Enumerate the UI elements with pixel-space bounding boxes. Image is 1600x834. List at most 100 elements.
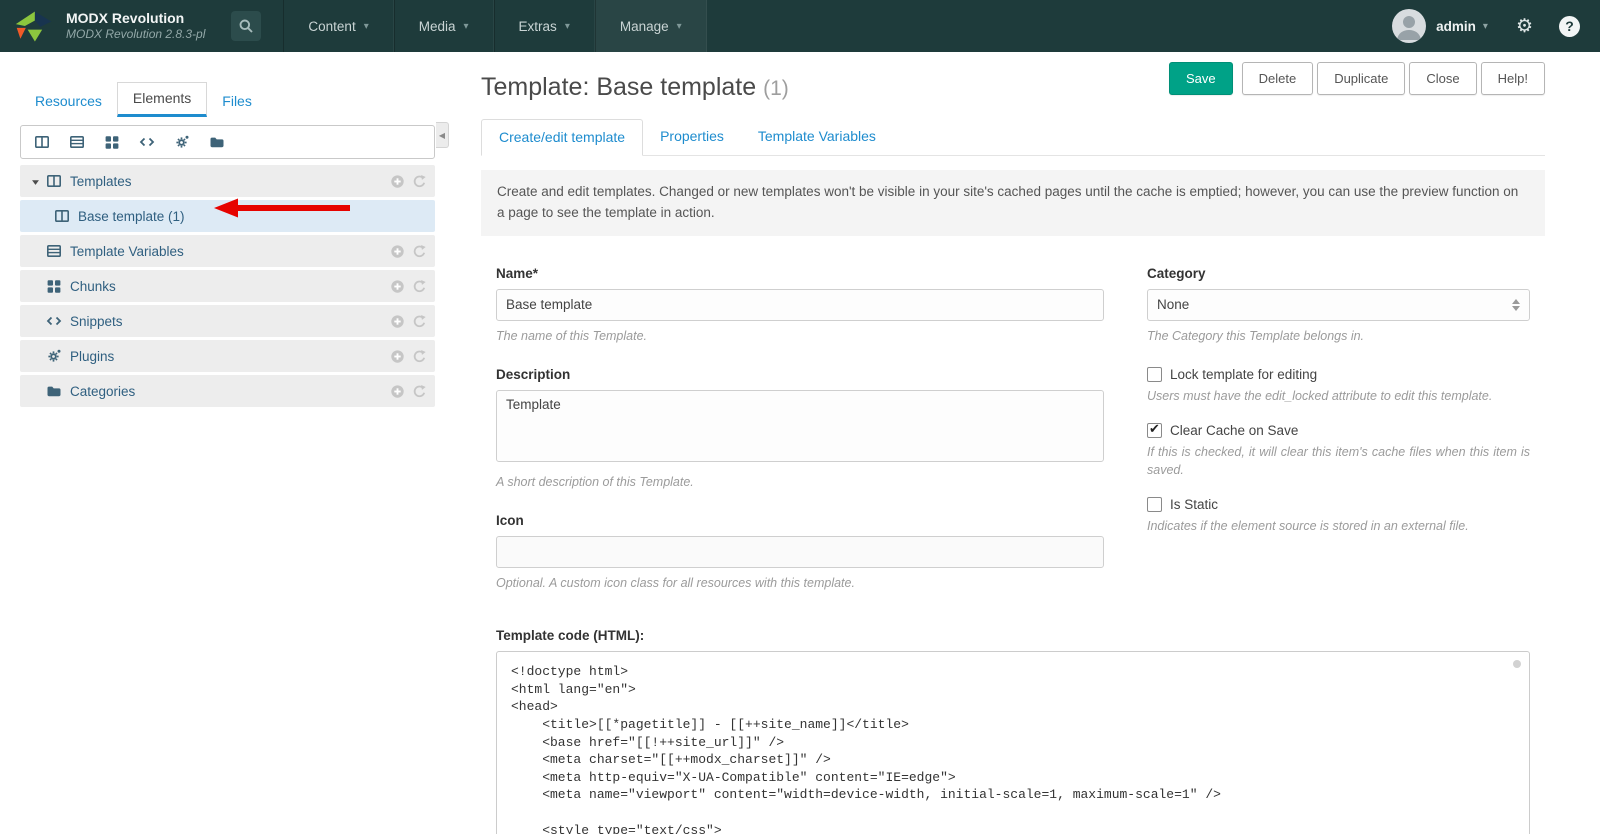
resize-grip-icon[interactable] [1513,660,1521,669]
menu-media[interactable]: Media ▾ [393,0,494,52]
caret-down-icon[interactable] [30,174,46,188]
folder-icon[interactable] [209,134,225,150]
page-title-text: Template: Base template [481,73,757,101]
columns-icon[interactable] [34,134,50,150]
close-button[interactable]: Close [1409,62,1477,95]
add-icon[interactable] [390,384,405,399]
template-code-editor[interactable]: <!doctype html> <html lang="en"> <head> … [496,651,1530,834]
tab-elements[interactable]: Elements [116,82,208,117]
panel-collapse-handle[interactable]: ◀ [436,122,449,148]
sidebar-item-plugins[interactable]: Plugins [20,340,435,372]
add-icon[interactable] [390,174,405,189]
template-code-label: Template code (HTML): [496,628,645,644]
help-icon[interactable]: ? [1559,15,1580,37]
icon-label: Icon [496,513,524,529]
table-icon[interactable] [69,134,85,150]
tree-item-base-template[interactable]: Base template (1) [20,200,435,232]
add-icon[interactable] [390,349,405,364]
app-title: MODX Revolution [66,9,185,26]
grid-icon [46,278,62,294]
page-title-id: (1) [763,77,789,100]
is-static-checkbox[interactable] [1147,497,1162,513]
description-field[interactable]: Template [496,389,1104,462]
page-title: Template: Base template (1) [481,73,789,102]
save-button[interactable]: Save [1168,62,1233,95]
tab-create-edit-template[interactable]: Create/edit template [481,119,644,156]
search-button[interactable] [231,11,262,41]
sidebar-item-chunks[interactable]: Chunks [20,270,435,302]
icon-help: Optional. A custom icon class for all re… [496,576,855,591]
sidebar-item-snippets[interactable]: Snippets [20,305,435,337]
left-panel: Resources Elements Files ◀ Templates Bas… [0,52,460,834]
add-icon[interactable] [390,279,405,294]
menu-media-label: Media [418,18,456,34]
menu-extras[interactable]: Extras ▾ [493,0,595,52]
topbar-right: admin ▾ ⚙ ? [1392,9,1600,43]
refresh-icon[interactable] [412,314,427,329]
main-header: Template: Base template (1) Save Delete … [481,52,1545,102]
add-icon[interactable] [390,244,405,259]
clear-cache-checkbox-row[interactable]: Clear Cache on Save [1147,421,1530,439]
refresh-icon[interactable] [412,174,427,189]
app-version: MODX Revolution 2.8.3-pl [66,27,206,42]
delete-button[interactable]: Delete [1241,62,1314,95]
sidebar-item-template-variables[interactable]: Template Variables [20,235,435,267]
tree-item-label: Plugins [70,348,115,364]
name-field[interactable] [496,288,1104,321]
elements-toolbar [20,125,435,159]
columns-icon [46,173,62,189]
columns-icon [54,208,70,224]
user-menu[interactable]: admin [1436,19,1476,34]
tab-properties[interactable]: Properties [643,119,741,155]
code-icon [46,313,62,329]
modx-logo-icon[interactable] [14,7,54,45]
tab-files[interactable]: Files [207,86,267,117]
lock-checkbox-label: Lock template for editing [1170,366,1318,382]
action-buttons: Save Delete Duplicate Close Help! [1168,62,1545,95]
chevron-down-icon[interactable]: ▾ [1483,21,1488,32]
refresh-icon[interactable] [412,349,427,364]
lock-checkbox[interactable] [1147,366,1162,382]
menu-extras-label: Extras [518,18,557,34]
grid-icon[interactable] [104,134,120,150]
refresh-icon[interactable] [412,279,427,294]
info-message: Create and edit templates. Changed or ne… [481,170,1545,236]
help-button[interactable]: Help! [1480,62,1545,95]
description-help: A short description of this Template. [496,474,694,489]
menu-manage[interactable]: Manage ▾ [594,0,707,52]
is-static-checkbox-row[interactable]: Is Static [1147,497,1530,513]
tree-item-label: Snippets [70,313,123,329]
duplicate-button[interactable]: Duplicate [1317,62,1406,95]
chevron-down-icon: ▾ [463,20,469,32]
gear-icon[interactable]: ⚙ [1516,15,1533,38]
sidebar-item-categories[interactable]: Categories [20,375,435,407]
add-icon[interactable] [390,314,405,329]
code-icon[interactable] [139,134,155,150]
avatar[interactable] [1392,9,1427,43]
lock-checkbox-row[interactable]: Lock template for editing [1147,366,1530,382]
description-label: Description [496,366,571,382]
tab-resources[interactable]: Resources [20,86,117,117]
gears-icon[interactable] [174,134,190,150]
icon-field[interactable] [496,536,1104,569]
brand: MODX Revolution MODX Revolution 2.8.3-pl [66,10,205,43]
clear-cache-checkbox-help: If this is checked, it will clear this i… [1147,445,1530,478]
name-help: The name of this Template. [496,328,648,343]
refresh-icon[interactable] [412,384,427,399]
menu-content[interactable]: Content ▾ [283,0,394,52]
lock-checkbox-help: Users must have the edit_locked attribut… [1147,388,1493,403]
chevron-down-icon: ▾ [564,20,570,32]
tab-template-variables[interactable]: Template Variables [741,119,893,155]
main-content: Template: Base template (1) Save Delete … [460,52,1600,834]
refresh-icon[interactable] [412,244,427,259]
clear-cache-checkbox-label: Clear Cache on Save [1170,423,1299,439]
category-value: None [1157,297,1190,313]
search-icon [238,18,254,34]
tree-item-label: Template Variables [70,243,184,259]
category-select[interactable]: None [1147,288,1530,321]
gears-icon [46,348,62,364]
clear-cache-checkbox[interactable] [1147,421,1162,439]
chevron-down-icon: ▾ [363,20,369,32]
template-code-content[interactable]: <!doctype html> <html lang="en"> <head> … [511,663,1515,834]
sidebar-item-templates[interactable]: Templates [20,165,435,197]
